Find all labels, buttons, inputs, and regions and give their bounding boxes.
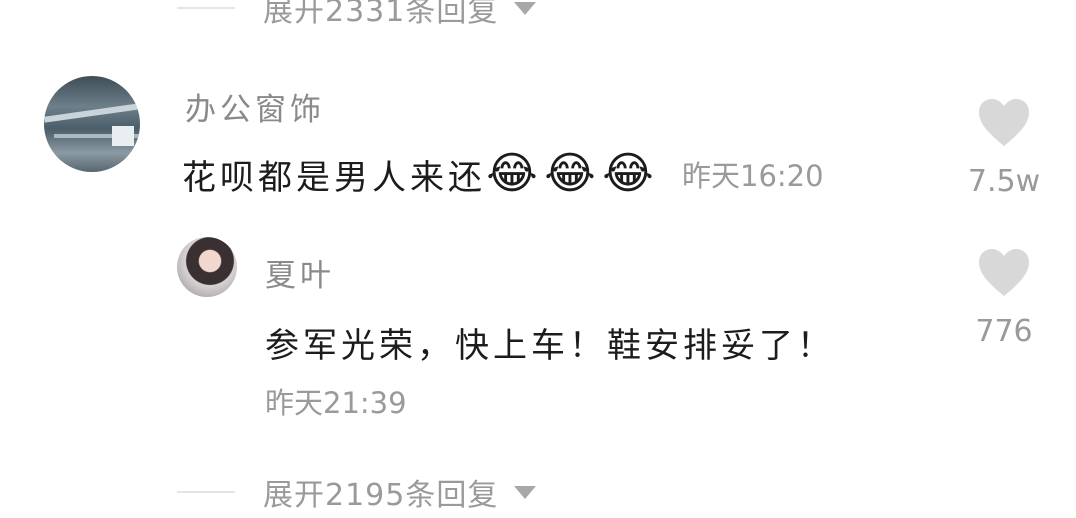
- expand-replies-top[interactable]: 展开2331条回复: [177, 0, 537, 30]
- heart-icon: [979, 249, 1029, 296]
- divider-line: [177, 491, 235, 493]
- reply-username[interactable]: 夏叶: [265, 250, 335, 295]
- avatar[interactable]: [44, 76, 140, 172]
- reply-avatar[interactable]: [177, 237, 237, 297]
- laughing-crying-emoji-icon: 😂: [602, 148, 658, 199]
- comment-username[interactable]: 办公窗饰: [185, 84, 325, 129]
- heart-icon: [979, 99, 1029, 146]
- laughing-crying-emoji-icon: 😂: [486, 148, 542, 199]
- chevron-down-icon: [514, 485, 537, 499]
- chevron-down-icon: [514, 1, 537, 15]
- expand-replies-label: 展开2195条回复: [263, 478, 499, 513]
- expand-replies-bottom[interactable]: 展开2195条回复: [177, 470, 537, 514]
- reply-time: 昨天21:39: [265, 386, 407, 420]
- comment-text: 花呗都是男人来还 😂 😂 😂 昨天16:20: [182, 148, 824, 200]
- comment-time: 昨天16:20: [682, 159, 824, 193]
- reply-like-button[interactable]: 776: [964, 248, 1044, 349]
- comment-body: 花呗都是男人来还: [182, 157, 486, 198]
- laughing-crying-emoji-icon: 😂: [544, 148, 600, 199]
- reply-text: 参军光荣，快上车！鞋安排妥了！: [265, 326, 835, 366]
- like-button[interactable]: 7.5w: [964, 98, 1044, 199]
- divider-line: [177, 7, 235, 9]
- reply-like-count: 776: [975, 314, 1033, 349]
- expand-replies-label: 展开2331条回复: [263, 0, 499, 29]
- like-count: 7.5w: [967, 164, 1041, 199]
